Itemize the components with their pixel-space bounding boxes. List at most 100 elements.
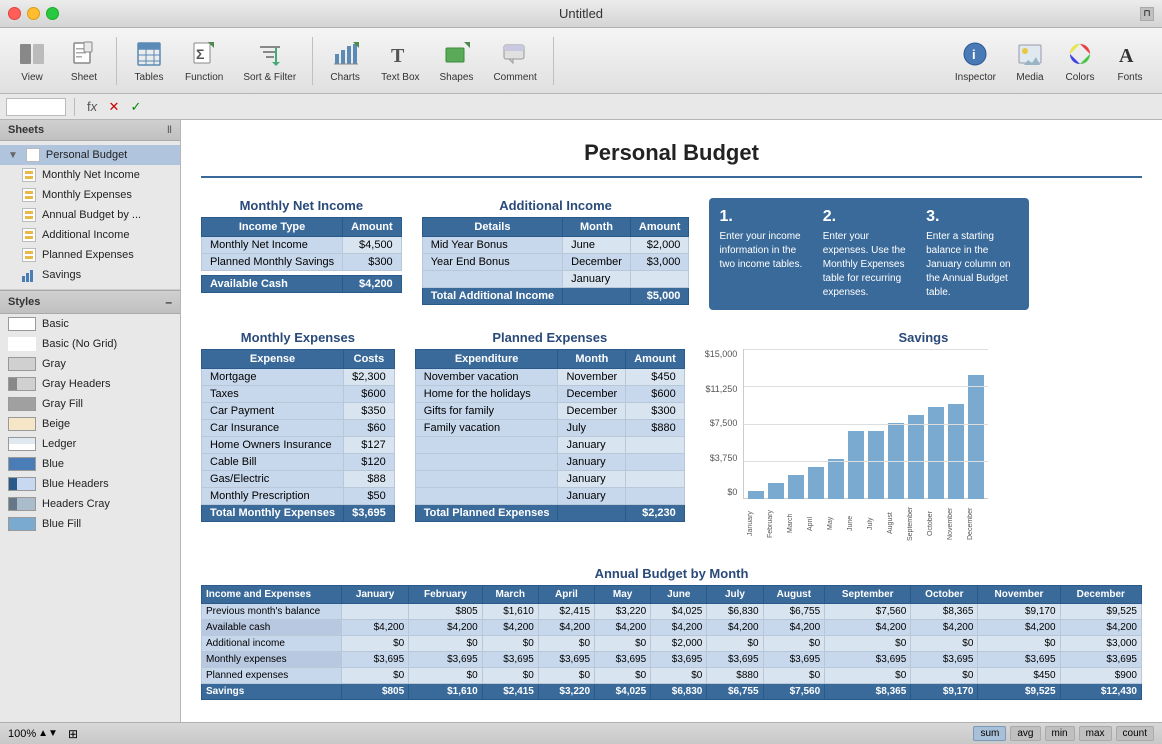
toolbar-charts[interactable]: Charts — [321, 34, 369, 87]
toolbar-sheet[interactable]: Sheet — [60, 34, 108, 87]
col-header-nov: November — [978, 586, 1060, 604]
toolbar-textbox[interactable]: T Text Box — [373, 34, 427, 87]
savings-chart-title: Savings — [705, 330, 1142, 345]
table-row[interactable]: Mid Year Bonus June $2,000 — [422, 237, 689, 254]
close-button[interactable] — [8, 7, 21, 20]
cell: $4,200 — [538, 620, 594, 636]
formula-fx-button[interactable]: fx — [83, 99, 101, 114]
sidebar-item-savings[interactable]: Savings — [0, 265, 180, 285]
style-item-blue-fill[interactable]: Blue Fill — [0, 514, 180, 534]
func-count-button[interactable]: count — [1116, 726, 1154, 741]
formula-cancel-button[interactable]: ✕ — [105, 99, 123, 115]
sidebar-item-monthly-expenses[interactable]: Monthly Expenses — [0, 185, 180, 205]
table-row[interactable]: Taxes$600 — [202, 386, 395, 403]
sheet-grid-icon[interactable]: ⊞ — [68, 727, 78, 741]
table-row[interactable]: Mortgage$2,300 — [202, 369, 395, 386]
table-row[interactable]: January — [415, 437, 684, 454]
table-row[interactable]: Monthly Prescription$50 — [202, 488, 395, 505]
row-label: Additional income — [202, 636, 342, 652]
zoom-stepper-icon[interactable]: ▲▼ — [38, 728, 58, 739]
formula-accept-button[interactable]: ✓ — [127, 99, 145, 115]
table-row[interactable]: Home for the holidaysDecember$600 — [415, 386, 684, 403]
toolbar-media[interactable]: Media — [1006, 34, 1054, 87]
table-row[interactable]: Planned expenses $0 $0 $0 $0 $0 $0 $880 … — [202, 668, 1142, 684]
styles-collapse-button[interactable]: – — [165, 295, 172, 309]
sidebar-collapse-button[interactable]: ‖ — [167, 125, 172, 136]
fonts-label: Fonts — [1117, 72, 1142, 83]
toolbar-fonts[interactable]: A Fonts — [1106, 34, 1154, 87]
table-row[interactable]: January — [415, 471, 684, 488]
table-row[interactable]: Car Payment$350 — [202, 403, 395, 420]
instruction-step-1: 1. Enter your income information in the … — [719, 208, 812, 300]
style-item-basic-nogrid[interactable]: Basic (No Grid) — [0, 334, 180, 354]
style-label: Gray Fill — [42, 398, 83, 410]
func-min-button[interactable]: min — [1045, 726, 1075, 741]
y-label: $15,000 — [705, 349, 738, 359]
window-resize-button[interactable]: ⊓ — [1140, 7, 1154, 21]
style-item-blue-headers[interactable]: Blue Headers — [0, 474, 180, 494]
style-label: Gray Headers — [42, 378, 110, 390]
style-label: Blue Headers — [42, 478, 109, 490]
tables-label: Tables — [135, 72, 164, 83]
table-row[interactable]: Planned Monthly Savings $300 — [202, 254, 402, 271]
sidebar-item-personal-budget[interactable]: ▼ Personal Budget — [0, 145, 180, 165]
cell: $6,755 — [763, 604, 825, 620]
toolbar-view[interactable]: View — [8, 34, 56, 87]
table-row[interactable]: Monthly expenses $3,695 $3,695 $3,695 $3… — [202, 652, 1142, 668]
table-row[interactable]: January — [422, 271, 689, 288]
toolbar-function[interactable]: Σ Function — [177, 34, 231, 87]
table-row[interactable]: November vacationNovember$450 — [415, 369, 684, 386]
table-row[interactable]: Gas/Electric$88 — [202, 471, 395, 488]
table-row[interactable]: Monthly Net Income $4,500 — [202, 237, 402, 254]
toolbar-comment[interactable]: Comment — [485, 34, 544, 87]
table-row[interactable]: Family vacationJuly$880 — [415, 420, 684, 437]
cell: $0 — [595, 636, 651, 652]
table-row[interactable]: Gifts for familyDecember$300 — [415, 403, 684, 420]
month-cell: January — [558, 437, 626, 454]
toolbar-sort-filter[interactable]: Sort & Filter — [235, 34, 304, 87]
style-item-gray-headers[interactable]: Gray Headers — [0, 374, 180, 394]
style-item-headers-cray[interactable]: Headers Cray — [0, 494, 180, 514]
func-sum-button[interactable]: sum — [973, 726, 1006, 741]
cell-reference-input[interactable] — [6, 98, 66, 116]
maximize-button[interactable] — [46, 7, 59, 20]
sidebar-item-annual-budget[interactable]: Annual Budget by ... — [0, 205, 180, 225]
cell: $1,610 — [482, 604, 538, 620]
table-row[interactable]: Available cash $4,200 $4,200 $4,200 $4,2… — [202, 620, 1142, 636]
toolbar-shapes[interactable]: Shapes — [432, 34, 482, 87]
minimize-button[interactable] — [27, 7, 40, 20]
tables-icon — [133, 38, 165, 70]
style-item-ledger[interactable]: Ledger — [0, 434, 180, 454]
row-label: Monthly expenses — [202, 652, 342, 668]
toolbar-tables[interactable]: Tables — [125, 34, 173, 87]
style-item-basic[interactable]: Basic — [0, 314, 180, 334]
table-row[interactable]: January — [415, 454, 684, 471]
zoom-control[interactable]: 100% ▲▼ — [8, 728, 58, 740]
formula-input[interactable] — [149, 98, 1156, 116]
sidebar-item-additional-income[interactable]: Additional Income — [0, 225, 180, 245]
func-max-button[interactable]: max — [1079, 726, 1112, 741]
table-row[interactable]: Car Insurance$60 — [202, 420, 395, 437]
toolbar-inspector[interactable]: i Inspector — [947, 34, 1004, 87]
style-item-gray-fill[interactable]: Gray Fill — [0, 394, 180, 414]
month-cell: December — [563, 254, 631, 271]
sidebar-item-planned-expenses[interactable]: Planned Expenses — [0, 245, 180, 265]
table-row[interactable]: Home Owners Insurance$127 — [202, 437, 395, 454]
toolbar: View Sheet Tables — [0, 28, 1162, 94]
sidebar-item-monthly-net-income[interactable]: Monthly Net Income — [0, 165, 180, 185]
table-row[interactable]: Previous month's balance $805 $1,610 $2,… — [202, 604, 1142, 620]
cell: $0 — [409, 636, 482, 652]
style-item-blue[interactable]: Blue — [0, 454, 180, 474]
table-row[interactable]: Additional income $0 $0 $0 $0 $0 $2,000 … — [202, 636, 1142, 652]
view-icon — [16, 38, 48, 70]
x-label: September — [907, 501, 923, 546]
cell: $4,200 — [763, 620, 825, 636]
style-item-beige[interactable]: Beige — [0, 414, 180, 434]
toolbar-colors[interactable]: Colors — [1056, 34, 1104, 87]
func-avg-button[interactable]: avg — [1010, 726, 1040, 741]
table-row[interactable]: January — [415, 488, 684, 505]
table-row[interactable]: Cable Bill$120 — [202, 454, 395, 471]
style-item-gray[interactable]: Gray — [0, 354, 180, 374]
content-area[interactable]: Personal Budget Monthly Net Income Incom… — [181, 120, 1162, 722]
table-row[interactable]: Year End Bonus December $3,000 — [422, 254, 689, 271]
